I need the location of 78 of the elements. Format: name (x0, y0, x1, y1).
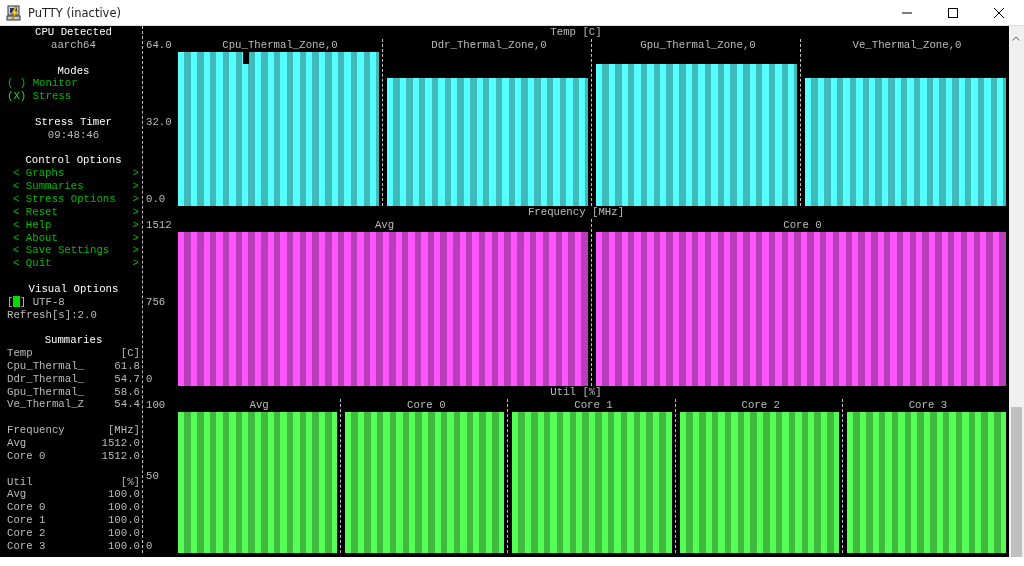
axis-tick-label: 50 (146, 469, 160, 483)
menu-item[interactable]: < Graphs > (7, 167, 140, 181)
graph-title: Temp [C] (549, 26, 603, 39)
axis-tick-label: 32.0 (146, 116, 173, 129)
summary-value: 1512.0 (101, 449, 140, 463)
graph-label: Core 1 (573, 398, 614, 412)
scrollbar-thumb[interactable] (1011, 407, 1022, 557)
menu-item[interactable]: < About > (7, 231, 140, 245)
axis-tick-label: 1512 (146, 218, 173, 232)
graph-label: Core 3 (907, 398, 949, 412)
axis-tick-label: 756 (146, 296, 167, 309)
graph-label: Cpu_Thermal_Zone,0 (221, 38, 339, 52)
summary-heading: Frequency (7, 424, 65, 437)
summary-value: 1512.0 (101, 437, 140, 450)
axis-tick-label: 64.0 (146, 38, 173, 52)
axis-tick-label: 0.0 (146, 193, 167, 206)
menu-item[interactable]: < Save Settings > (7, 244, 140, 258)
section-title: Modes (56, 64, 91, 78)
summary-value: 100.0 (107, 514, 140, 527)
summary-heading: Temp (7, 347, 33, 360)
summary-value: 54.7 (114, 372, 140, 386)
scrollbar[interactable] (1009, 26, 1024, 557)
summary-value: 100.0 (107, 526, 140, 540)
axis-tick-label: 0 (146, 373, 154, 386)
graph-label: Avg (373, 218, 396, 232)
summary-label: Core 0 (7, 501, 46, 515)
section-title: Summaries (43, 334, 104, 348)
graph-label: Core 0 (782, 218, 823, 232)
menu-item[interactable]: < Summaries > (7, 180, 140, 193)
summary-label: Cpu_Thermal_ (7, 359, 84, 373)
axis-tick-label: 0 (146, 540, 154, 553)
summary-value: 58.6 (114, 385, 140, 399)
utf8-checkbox[interactable]: [ ] UTF-8 (7, 295, 140, 309)
summary-value: 100.0 (107, 501, 140, 515)
graph-label: Ddr_Thermal_Zone,0 (430, 38, 548, 52)
summary-value: 61.8 (114, 359, 140, 373)
summary-unit: [MHz] (107, 424, 140, 437)
summary-heading: Util (7, 475, 33, 489)
section-title: Visual Options (27, 282, 120, 296)
graph-label: Core 2 (740, 398, 781, 412)
scroll-up-icon[interactable] (1012, 36, 1020, 41)
section-title: Control Options (24, 154, 123, 168)
summary-label: Ddr_Thermal_ (7, 372, 84, 386)
menu-item[interactable]: < Help > (7, 218, 140, 232)
section-title: CPU Detected (34, 26, 113, 39)
menu-item[interactable]: < Quit > (7, 257, 140, 271)
summary-label: Core 3 (7, 539, 46, 553)
summary-unit: [C] (120, 347, 140, 360)
summary-value: 54.4 (114, 398, 140, 412)
graph-label: Core 0 (406, 398, 447, 412)
summary-label: Ve_Thermal_Z (7, 398, 84, 412)
window-title: PuTTY (inactive) (28, 5, 121, 20)
summary-label: Core 2 (7, 526, 46, 540)
section-title: Stress Timer (34, 115, 113, 129)
graph-label: Ve_Thermal_Zone,0 (851, 38, 963, 52)
axis-tick-label: 100 (146, 398, 167, 412)
graph-title: Util [%] (549, 386, 603, 399)
summary-value: 100.0 (107, 488, 140, 502)
graph-label: Avg (248, 398, 270, 412)
summary-label: Core 1 (7, 514, 46, 527)
radio-option[interactable]: (X) Stress (7, 90, 140, 104)
summary-label: Core 0 (7, 449, 46, 463)
timer-value: 09:48:46 (46, 128, 101, 142)
summary-value: 100.0 (107, 539, 140, 553)
refresh-setting[interactable]: Refresh[s]:2.0 (7, 308, 140, 322)
cpu-name: aarch64 (50, 38, 97, 52)
summary-label: Gpu_Thermal_ (7, 385, 84, 399)
maximize-icon[interactable] (948, 7, 958, 18)
radio-option[interactable]: ( ) Monitor (7, 77, 140, 91)
graph-title: Frequency [MHz] (526, 206, 626, 219)
terminal-icon (6, 4, 22, 21)
summary-label: Avg (7, 437, 27, 450)
graph-label: Gpu_Thermal_Zone,0 (639, 38, 757, 52)
menu-item[interactable]: < Stress Options > (7, 192, 140, 206)
summary-unit: [%] (120, 475, 140, 489)
summary-label: Avg (7, 488, 27, 502)
close-icon[interactable] (994, 7, 1004, 18)
menu-item[interactable]: < Reset > (7, 205, 140, 219)
